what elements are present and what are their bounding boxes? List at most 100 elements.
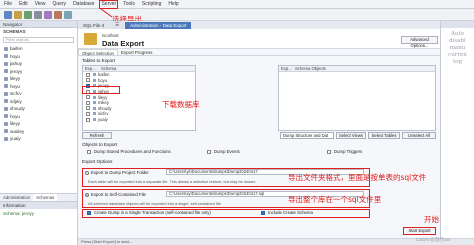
context-help-panel: Auto disabl manu curren tog (440, 21, 474, 245)
database-icon (4, 106, 8, 111)
database-icon (4, 91, 8, 96)
refresh-button[interactable]: Refresh (82, 132, 112, 139)
schema-item[interactable]: yuaiy (0, 135, 77, 143)
schema-checkbox[interactable] (86, 117, 90, 122)
menu-tools[interactable]: Tools (122, 1, 136, 8)
advanced-options-button[interactable]: Advanced Options... (401, 36, 438, 48)
menu-query[interactable]: Query (51, 1, 67, 8)
schema-item[interactable]: lileyy (0, 120, 77, 128)
menu-help[interactable]: Help (167, 1, 179, 8)
database-icon (93, 106, 96, 110)
tab-schemas[interactable]: Schemas (33, 194, 58, 201)
schema-checkbox[interactable] (86, 95, 90, 100)
tab-menu[interactable]: ☰ (110, 21, 125, 29)
dump-events-option[interactable]: Dump Events (204, 149, 240, 154)
schema-label: lileyy (10, 121, 21, 126)
menu-database[interactable]: Database (72, 1, 95, 8)
tab-export-progress[interactable]: Export Progress (118, 49, 155, 55)
self-contained-radio[interactable] (85, 192, 89, 197)
schema-label: waidey (10, 128, 25, 134)
table-icon[interactable] (34, 11, 42, 19)
project-folder-option[interactable]: Export to Dump Project Folder (85, 170, 149, 175)
database-icon (4, 61, 8, 66)
project-folder-label: Export to Dump Project Folder (91, 170, 149, 175)
schema-item[interactable]: shoudy (0, 105, 77, 113)
self-contained-option[interactable]: Export to Self-Contained File (85, 192, 146, 197)
schema-item[interactable]: sicfcv (0, 90, 77, 98)
schema-checkbox[interactable] (86, 78, 90, 83)
schema-label: lileyy (98, 94, 108, 100)
export-icon (84, 33, 97, 45)
schema-item[interactable]: hoyu (0, 113, 77, 121)
open-sql-icon[interactable] (14, 11, 22, 19)
menu-view[interactable]: View (34, 1, 47, 8)
include-schema-option[interactable]: Include Create Schema (258, 210, 313, 215)
triggers-checkbox[interactable] (327, 149, 331, 154)
single-transaction-option[interactable]: Create Dump in a Single Transaction (sel… (84, 210, 211, 215)
tab-administration[interactable]: Administration (0, 194, 33, 201)
information-schema: Schema: jeroyy (3, 211, 35, 216)
schema-item[interactable]: hoyu (0, 83, 77, 91)
procedure-icon[interactable] (54, 11, 62, 19)
procedures-checkbox[interactable] (87, 149, 91, 154)
tab-sql-file[interactable]: SQL File 4 (78, 22, 110, 29)
project-folder-radio[interactable] (85, 170, 89, 175)
schema-checkbox[interactable] (86, 111, 90, 116)
schema-item[interactable]: baifen (0, 45, 77, 53)
schema-item[interactable]: hoyu (0, 53, 77, 61)
db-icon[interactable] (24, 11, 32, 19)
schemas-title: SCHEMAS (0, 28, 77, 35)
menu-file[interactable]: File (3, 1, 13, 8)
schema-label: shoudy (98, 105, 112, 111)
events-checkbox[interactable] (207, 149, 211, 154)
select-views-button[interactable]: Select Views (336, 132, 366, 139)
new-sql-icon[interactable] (4, 11, 12, 19)
self-contained-label: Export to Self-Contained File (91, 192, 146, 197)
start-export-button[interactable]: Start Export (403, 227, 436, 235)
filter-input[interactable]: Filter objects (3, 37, 74, 43)
schema-label: shoudy (10, 106, 25, 111)
schema-checkbox[interactable] (86, 72, 90, 77)
menu-edit[interactable]: Edit (18, 1, 29, 8)
schema-checkbox[interactable] (86, 100, 90, 105)
tab-object-selection[interactable]: Object Selection (78, 49, 118, 56)
include-schema-checkbox[interactable] (261, 210, 265, 215)
dump-type-select[interactable]: Dump Structure and Dat (280, 132, 334, 139)
export-schema-row[interactable]: yuaiy (83, 117, 195, 123)
include-schema-label: Include Create Schema (268, 210, 313, 215)
data-export-panel: localhost Data Export Advanced Options..… (78, 29, 440, 238)
schema-label: hoyu (98, 77, 108, 83)
schema-label: sicfcv (98, 111, 109, 117)
dump-triggers-option[interactable]: Dump Triggers (324, 149, 362, 154)
schema-item[interactable]: jiahuy (0, 60, 77, 68)
help-header (441, 21, 474, 28)
schema-item[interactable]: jeroyy (0, 68, 77, 76)
unselect-all-button[interactable]: Unselect All (402, 132, 436, 139)
schema-label: lileyy (10, 76, 21, 81)
schema-label: sicfcv (10, 91, 22, 96)
dump-triggers-label: Dump Triggers (334, 149, 363, 154)
annotation-download-db: 下载数据库 (162, 100, 200, 109)
schema-label: mikey (98, 100, 109, 106)
tab-data-export[interactable]: Administration - Data Export (125, 22, 192, 29)
navigator-sidebar: Navigator SCHEMAS Filter objects baifen h… (0, 21, 78, 245)
single-transaction-label: Create Dump in a Single Transaction (sel… (94, 210, 211, 215)
schema-checkbox[interactable] (86, 106, 90, 111)
single-transaction-checkbox[interactable] (87, 210, 91, 215)
menu-scripting[interactable]: Scripting (141, 1, 162, 8)
schema-item[interactable]: sdjeiy (0, 98, 77, 106)
schema-label: hoyu (10, 83, 20, 89)
export-rows: baifen hoyu jeroyy jiahuy lileyy mikey shoudy s… (83, 72, 195, 122)
dump-procedures-option[interactable]: Dump Stored Procedures and Functions (84, 149, 171, 154)
tables-label: Tables to Export (82, 58, 115, 63)
dump-events-label: Dump Events (214, 149, 240, 154)
search-icon[interactable] (64, 11, 72, 19)
schema-item[interactable]: lileyy (0, 75, 77, 83)
navigator-header: Navigator (0, 21, 77, 28)
view-icon[interactable] (44, 11, 52, 19)
database-icon (4, 54, 8, 59)
annotation-export-single: 导出整个库在一个sql文件里 (288, 195, 382, 204)
select-tables-button[interactable]: Select Tables (368, 132, 400, 139)
schema-label: yuaiy (10, 136, 21, 141)
schema-item[interactable]: waidey (0, 128, 77, 136)
